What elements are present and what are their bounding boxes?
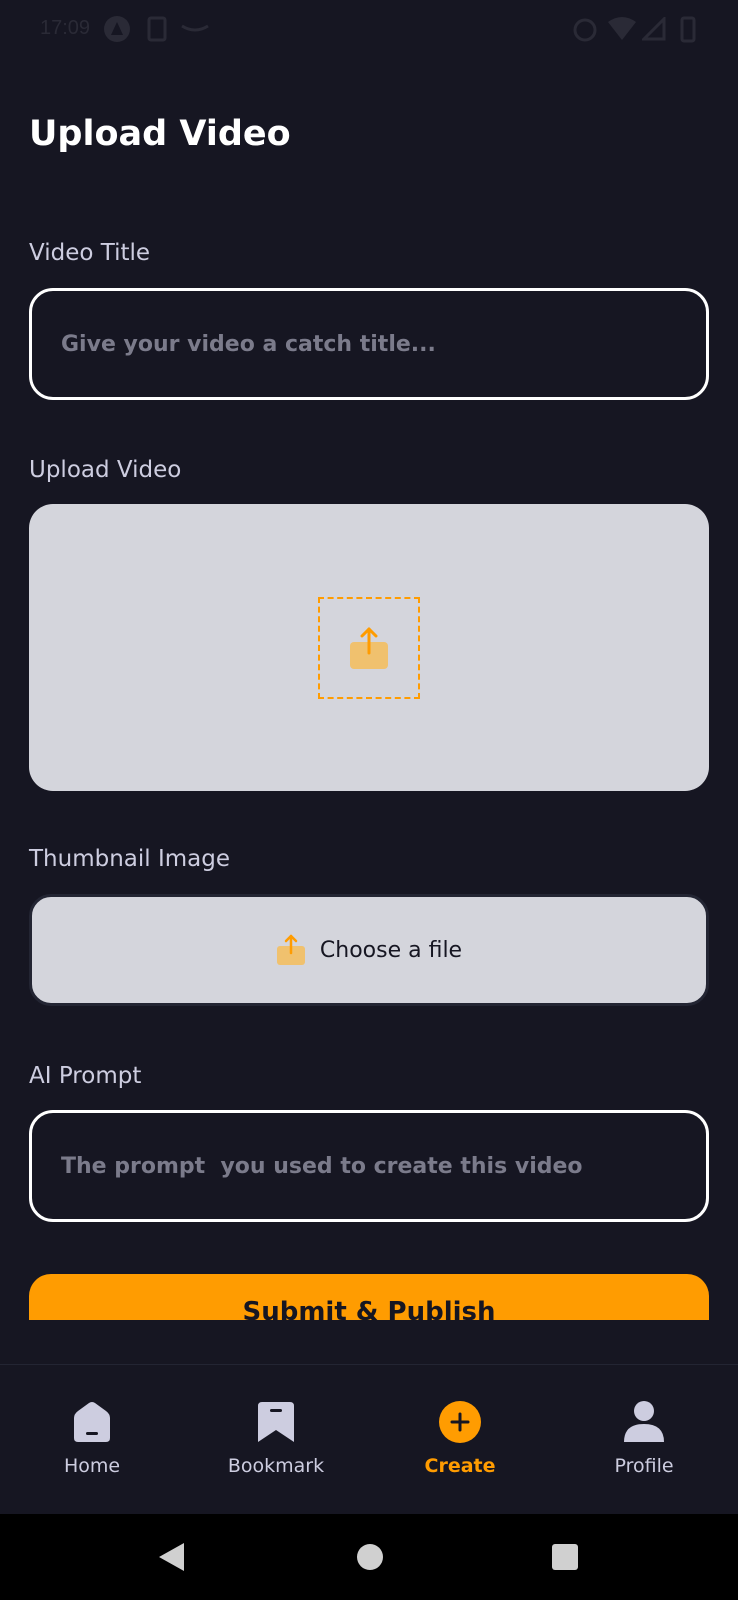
tab-bookmark[interactable]: Bookmark <box>184 1365 368 1515</box>
choose-file-label: Choose a file <box>319 937 463 963</box>
status-time: 17:09 <box>40 17 91 39</box>
clipboard-icon <box>147 16 167 42</box>
status-bar: 17:09 <box>0 0 738 56</box>
app-notification-icon <box>104 16 130 42</box>
tab-home[interactable]: Home <box>0 1365 184 1515</box>
tab-bar: Home Bookmark Create Profile <box>0 1364 738 1514</box>
upload-icon <box>276 934 305 965</box>
tab-bookmark-label: Bookmark <box>227 1455 325 1477</box>
thumbnail-label: Thumbnail Image <box>29 846 231 872</box>
signal-icon <box>642 17 666 41</box>
ai-prompt-label: AI Prompt <box>29 1063 142 1089</box>
back-icon[interactable] <box>156 1541 186 1573</box>
home-icon <box>74 1402 110 1442</box>
upload-dropzone[interactable] <box>318 596 420 699</box>
tab-create-label: Create <box>424 1455 496 1477</box>
choose-file-button[interactable]: Choose a file <box>29 894 709 1006</box>
battery-icon <box>680 16 696 43</box>
page-title: Upload Video <box>29 114 291 154</box>
amazon-icon <box>181 24 209 32</box>
tab-profile[interactable]: Profile <box>552 1365 736 1515</box>
upload-video-label: Upload Video <box>29 457 182 483</box>
tab-profile-label: Profile <box>614 1455 674 1477</box>
video-title-input[interactable] <box>61 331 706 357</box>
upload-icon <box>350 627 388 669</box>
ai-prompt-input[interactable] <box>61 1153 706 1179</box>
alarm-icon <box>573 18 597 42</box>
submit-label: Submit & Publish <box>242 1297 496 1320</box>
video-title-field[interactable] <box>29 288 709 400</box>
bookmark-icon <box>258 1402 294 1442</box>
wifi-icon <box>608 17 636 40</box>
submit-button-viewport: Submit & Publish <box>29 1274 709 1320</box>
upload-video-area[interactable] <box>29 504 709 791</box>
video-title-label: Video Title <box>29 240 151 266</box>
profile-icon <box>624 1401 664 1442</box>
submit-publish-button[interactable]: Submit & Publish <box>29 1274 709 1320</box>
tab-home-label: Home <box>63 1455 121 1477</box>
tab-create[interactable]: Create <box>368 1365 552 1515</box>
recents-icon[interactable] <box>550 1541 580 1573</box>
system-nav-bar <box>0 1514 738 1600</box>
home-nav-icon[interactable] <box>355 1541 385 1573</box>
ai-prompt-field[interactable] <box>29 1110 709 1222</box>
plus-icon <box>439 1401 481 1443</box>
